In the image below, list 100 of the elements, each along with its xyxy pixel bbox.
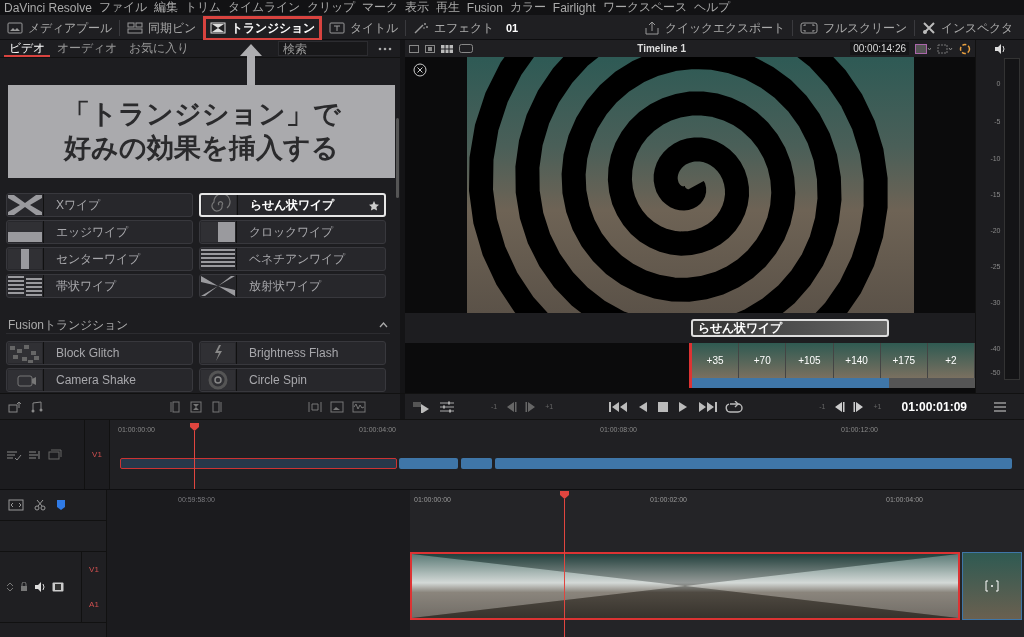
- image-icon[interactable]: [409, 44, 419, 53]
- color-wheel-icon[interactable]: [959, 42, 971, 55]
- menu-item[interactable]: 表示: [404, 0, 429, 16]
- audio-icon[interactable]: [30, 400, 44, 413]
- text-box-icon: [329, 22, 345, 34]
- menu-item[interactable]: ワークスペース: [602, 0, 687, 16]
- scissors-icon[interactable]: [34, 499, 46, 511]
- transition-clip[interactable]: らせん状ワイプ: [691, 319, 889, 337]
- menu-item[interactable]: ファイル: [98, 0, 147, 16]
- scrollbar-thumb[interactable]: [396, 118, 399, 198]
- app-name: DaVinci Resolve: [4, 0, 92, 15]
- sliders-icon[interactable]: [439, 400, 455, 413]
- tab[interactable]: お気に入り: [124, 40, 194, 57]
- tab[interactable]: オーディオ: [52, 40, 122, 57]
- close-icon[interactable]: [413, 63, 427, 77]
- speaker-icon[interactable]: [34, 582, 46, 592]
- toolbar-button[interactable]: インスペクタ: [915, 15, 1020, 41]
- caret-icon[interactable]: [379, 322, 388, 328]
- transition-item[interactable]: エッジワイプ: [6, 220, 193, 244]
- film-icon[interactable]: [425, 44, 435, 53]
- film-icon[interactable]: [52, 582, 64, 592]
- playhead-marker[interactable]: [560, 491, 569, 499]
- center-wipe-icon: [8, 249, 42, 269]
- transition-item[interactable]: クロックワイプ: [199, 220, 386, 244]
- reverse-icon[interactable]: [637, 400, 650, 413]
- expand-icon[interactable]: [6, 582, 14, 592]
- more-icon[interactable]: [378, 46, 392, 51]
- transition-item[interactable]: Xワイプ: [6, 193, 193, 217]
- grid-icon: [127, 22, 143, 34]
- flag-icon[interactable]: [56, 499, 66, 511]
- menu-item[interactable]: ヘルプ: [693, 0, 730, 16]
- clip-view-icon[interactable]: [8, 499, 24, 511]
- transition-item[interactable]: Brightness Flash: [199, 341, 386, 365]
- toolbar-button[interactable]: 同期ビン: [120, 15, 203, 41]
- clip-right-icon[interactable]: [210, 400, 222, 413]
- stop-icon[interactable]: [657, 400, 670, 413]
- film-stack-icon[interactable]: [48, 448, 62, 461]
- transition-item[interactable]: Camera Shake: [6, 368, 193, 392]
- grid-icon[interactable]: [441, 44, 453, 53]
- menu-item[interactable]: Fairlight: [552, 0, 596, 15]
- menu-item[interactable]: クリップ: [306, 0, 355, 16]
- timeline-clip[interactable]: [461, 458, 492, 469]
- timeline-clip[interactable]: [495, 458, 1012, 469]
- frame-icon[interactable]: [459, 44, 473, 53]
- toolbar-button[interactable]: メディアプール: [0, 15, 119, 41]
- transition-icon: [210, 22, 226, 34]
- align-icon[interactable]: [308, 400, 322, 413]
- menu-item[interactable]: トリム: [184, 0, 221, 16]
- lock-icon[interactable]: [20, 582, 28, 592]
- track-merge-icon[interactable]: [28, 448, 42, 461]
- clip-view-icon[interactable]: [915, 43, 931, 54]
- toolbar-button[interactable]: クイックエクスポート: [637, 15, 792, 41]
- edge-wipe-icon: [8, 222, 42, 242]
- menu-icon[interactable]: [993, 401, 1006, 412]
- timeline-dropdown[interactable]: Timeline 1: [637, 43, 686, 54]
- menu-item[interactable]: 再生: [435, 0, 460, 16]
- clip-up-icon[interactable]: [8, 400, 22, 413]
- clip-thumbnail-strip[interactable]: +35 +70 +105 +140 +175 +2: [689, 343, 975, 388]
- menu-item[interactable]: 編集: [153, 0, 178, 16]
- timeline-clip[interactable]: [962, 552, 1022, 620]
- search-field[interactable]: 検索: [278, 41, 368, 56]
- x-shape-icon: [8, 195, 42, 215]
- transition-item[interactable]: Block Glitch: [6, 341, 193, 365]
- toolbar-button[interactable]: タイトル: [322, 15, 405, 41]
- transition-item[interactable]: センターワイプ: [6, 247, 193, 271]
- step-back-icon[interactable]: [833, 400, 846, 413]
- play-clip-icon[interactable]: [413, 400, 431, 413]
- glitch-icon: [8, 343, 42, 363]
- transition-item[interactable]: Circle Spin: [199, 368, 386, 392]
- transition-item[interactable]: 帯状ワイプ: [6, 274, 193, 298]
- menu-item[interactable]: カラー: [509, 0, 546, 16]
- toolbar-button[interactable]: エフェクト: [406, 15, 501, 41]
- toolbar-button[interactable]: トランジション: [203, 15, 322, 41]
- skip-end-icon[interactable]: [697, 400, 718, 413]
- timeline-clip[interactable]: [399, 458, 458, 469]
- star-icon: [369, 201, 379, 211]
- toolbar-button[interactable]: フルスクリーン: [793, 15, 914, 41]
- clock-wipe-icon: [201, 222, 235, 242]
- track-check-icon[interactable]: [6, 448, 22, 461]
- waveform-icon[interactable]: [352, 400, 366, 413]
- clip-left-icon[interactable]: [170, 400, 182, 413]
- speaker-icon[interactable]: [994, 44, 1006, 54]
- timeline-clip[interactable]: [410, 552, 960, 620]
- picture-icon[interactable]: [330, 400, 344, 413]
- timeline-clip[interactable]: [120, 458, 397, 469]
- zoom-icon[interactable]: [937, 43, 953, 54]
- transition-item[interactable]: らせん状ワイプ: [199, 193, 386, 217]
- menu-item[interactable]: マーク: [361, 0, 398, 16]
- menu-item[interactable]: Fusion: [466, 0, 503, 15]
- playhead-marker[interactable]: [190, 423, 199, 431]
- transition-item[interactable]: ベネチアンワイプ: [199, 247, 386, 271]
- bands-icon: [8, 276, 42, 296]
- tab[interactable]: ビデオ: [4, 40, 50, 57]
- timecode: 01:00:01:09: [901, 399, 967, 414]
- clip-center-icon[interactable]: [190, 400, 202, 413]
- menu-item[interactable]: タイムライン: [227, 0, 300, 16]
- transition-item[interactable]: 放射状ワイプ: [199, 274, 386, 298]
- skip-start-icon[interactable]: [609, 400, 630, 413]
- loop-icon[interactable]: [725, 400, 744, 413]
- tools-icon: [922, 21, 936, 35]
